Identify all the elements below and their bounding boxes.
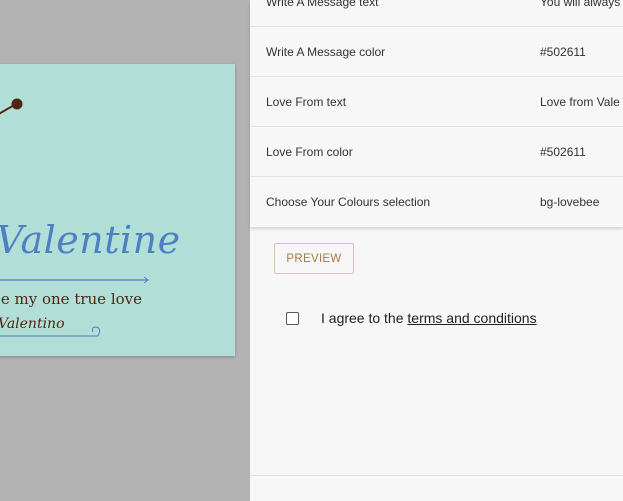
table-row: Choose Your Colours selection bg-lovebee: [250, 177, 623, 227]
table-row: Love From text Love from Vale: [250, 77, 623, 127]
divider: [250, 475, 623, 476]
terms-link[interactable]: terms and conditions: [407, 310, 536, 326]
terms-checkbox[interactable]: [286, 312, 299, 325]
swirl-icon: [91, 326, 101, 337]
row-value: #502611: [540, 45, 586, 59]
preview-button[interactable]: PREVIEW: [274, 243, 354, 274]
terms-agreement: I agree to the terms and conditions: [321, 310, 537, 326]
card-message: ee my one true love: [0, 290, 143, 308]
card-preview: Valentine ee my one true love Valentino: [0, 64, 235, 356]
row-value: #502611: [540, 145, 586, 159]
row-label: Love From text: [266, 95, 347, 109]
row-label: Write A Message text: [266, 0, 379, 9]
row-value: Love from Vale: [540, 95, 620, 109]
summary-table: Write A Message text You will always Wri…: [250, 0, 623, 227]
card-title: Valentine: [0, 218, 181, 262]
card-from: Valentino: [0, 316, 65, 332]
table-row: Write A Message color #502611: [250, 27, 623, 77]
row-value: You will always: [540, 0, 621, 9]
row-label: Choose Your Colours selection: [266, 195, 431, 209]
row-label: Love From color: [266, 145, 353, 159]
table-row: Love From color #502611: [250, 127, 623, 177]
pin-bead-icon: [11, 98, 23, 110]
row-value: bg-lovebee: [540, 195, 600, 209]
row-label: Write A Message color: [266, 45, 386, 59]
table-row: Write A Message text You will always: [250, 0, 623, 27]
card-decoration: [0, 98, 149, 337]
agree-label: I agree to the: [321, 310, 408, 326]
form-panel: Write A Message text You will always Wri…: [250, 0, 623, 501]
